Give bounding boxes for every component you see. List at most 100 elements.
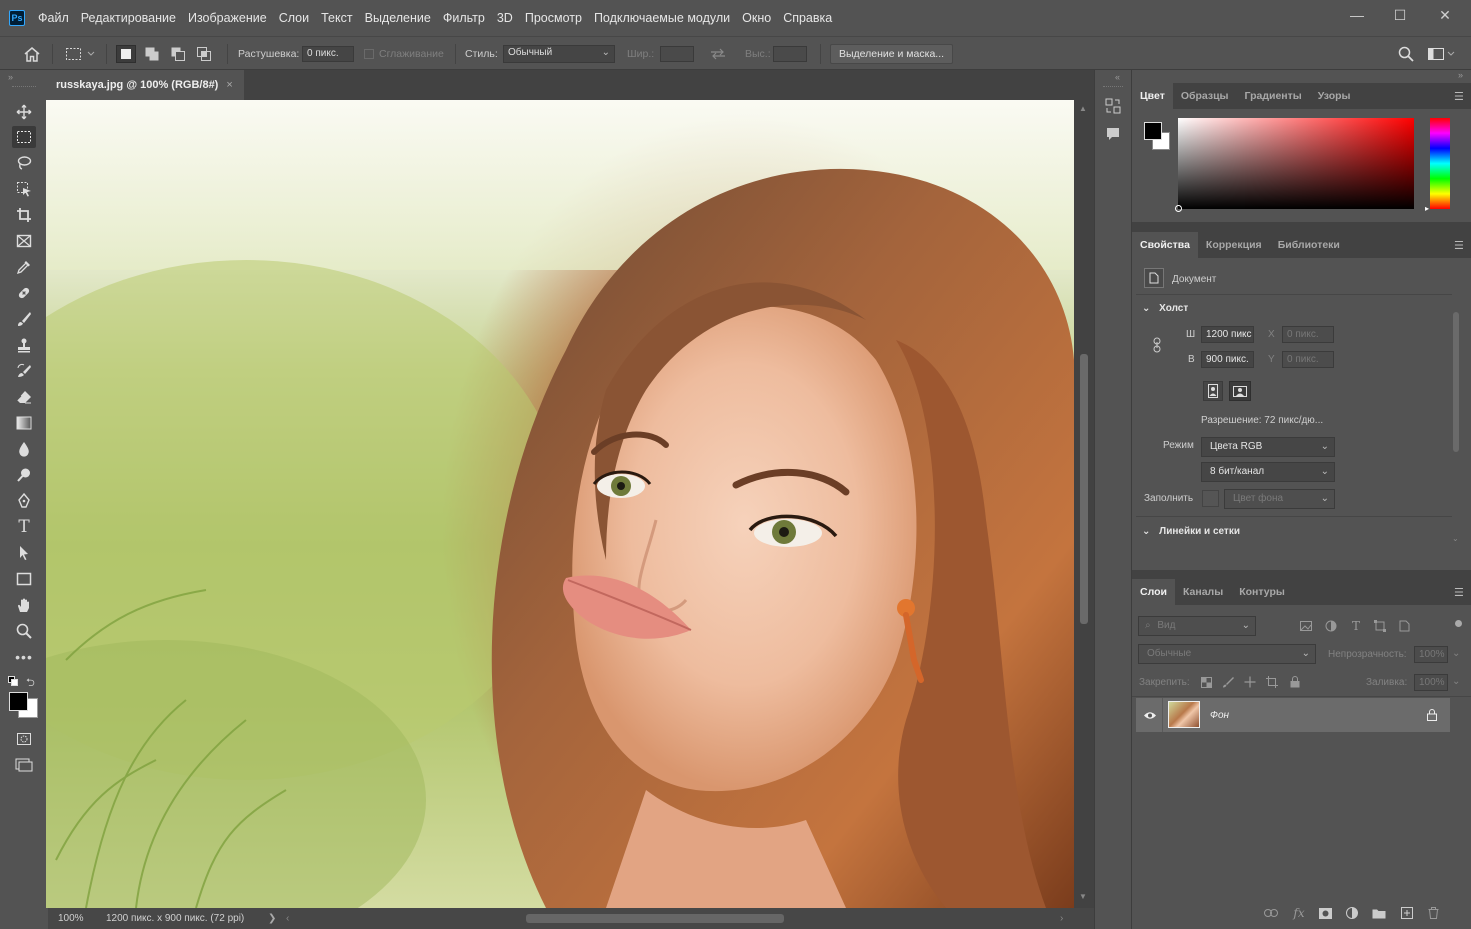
link-dimensions-icon[interactable] <box>1150 336 1164 354</box>
close-window-button[interactable]: ✕ <box>1422 4 1468 26</box>
color-foreground-swatch[interactable] <box>1144 122 1162 140</box>
close-tab-icon[interactable]: × <box>226 79 232 91</box>
opacity-input[interactable]: 100% <box>1414 646 1448 663</box>
horizontal-scroll-thumb[interactable] <box>526 914 784 923</box>
maximize-button[interactable]: ☐ <box>1377 4 1423 26</box>
search-icon[interactable] <box>1396 45 1416 63</box>
canvas-y-input[interactable]: 0 пикс. <box>1282 351 1334 368</box>
frame-tool-icon[interactable] <box>12 230 36 252</box>
filter-adjustment-icon[interactable] <box>1323 618 1339 634</box>
menu-filter[interactable]: Фильтр <box>443 11 485 25</box>
rectangular-marquee-tool-icon[interactable] <box>12 126 36 148</box>
menu-image[interactable]: Изображение <box>188 11 267 25</box>
eyedropper-tool-icon[interactable] <box>12 256 36 278</box>
height-input[interactable] <box>773 46 807 62</box>
eraser-tool-icon[interactable] <box>12 386 36 408</box>
filter-toggle-icon[interactable] <box>1455 620 1462 627</box>
gradient-tool-icon[interactable] <box>12 412 36 434</box>
foreground-color-swatch[interactable] <box>9 692 28 711</box>
rectangle-tool-icon[interactable] <box>12 568 36 590</box>
dodge-tool-icon[interactable] <box>12 464 36 486</box>
tab-layers[interactable]: Слои <box>1132 579 1175 605</box>
hand-tool-icon[interactable] <box>12 594 36 616</box>
menu-window[interactable]: Окно <box>742 11 771 25</box>
crop-tool-icon[interactable] <box>12 204 36 226</box>
fill-input[interactable]: 100% <box>1414 674 1448 691</box>
properties-scrollbar[interactable]: ⌄ <box>1452 296 1460 546</box>
color-field[interactable] <box>1175 118 1414 212</box>
new-selection-icon[interactable] <box>116 45 136 63</box>
lock-transparency-icon[interactable] <box>1198 674 1214 690</box>
intersect-selection-icon[interactable] <box>194 45 214 63</box>
screen-mode-icon[interactable] <box>12 754 36 776</box>
filter-shape-icon[interactable] <box>1372 618 1388 634</box>
tab-libraries[interactable]: Библиотеки <box>1270 232 1348 258</box>
filter-smart-object-icon[interactable] <box>1396 618 1412 634</box>
color-panel-menu-icon[interactable]: ☰ <box>1454 90 1464 103</box>
menu-select[interactable]: Выделение <box>365 11 431 25</box>
more-tools-icon[interactable]: ••• <box>12 646 36 668</box>
canvas-x-input[interactable]: 0 пикс. <box>1282 326 1334 343</box>
lasso-tool-icon[interactable] <box>12 152 36 174</box>
add-mask-icon[interactable] <box>1316 904 1334 922</box>
lock-artboard-icon[interactable] <box>1264 674 1280 690</box>
antialias-checkbox-wrap[interactable]: Сглаживание <box>364 37 444 70</box>
menu-type[interactable]: Текст <box>321 11 352 25</box>
brush-tool-icon[interactable] <box>12 308 36 330</box>
path-selection-tool-icon[interactable] <box>12 542 36 564</box>
blur-tool-icon[interactable] <box>12 438 36 460</box>
group-layers-icon[interactable] <box>1370 904 1388 922</box>
history-panel-icon[interactable] <box>1103 96 1123 116</box>
pen-tool-icon[interactable] <box>12 490 36 512</box>
chevron-down-icon[interactable]: ⌄ <box>1452 648 1460 659</box>
new-layer-icon[interactable] <box>1398 904 1416 922</box>
portrait-orientation-icon[interactable] <box>1203 381 1223 401</box>
menu-layer[interactable]: Слои <box>279 11 309 25</box>
swap-colors-icon[interactable]: ⮌ <box>26 674 35 693</box>
zoom-level[interactable]: 100% <box>58 913 84 924</box>
fill-select[interactable]: Цвет фона ⌄ <box>1224 489 1335 509</box>
filter-pixel-icon[interactable] <box>1298 618 1314 634</box>
home-icon[interactable] <box>22 45 42 63</box>
tab-paths[interactable]: Контуры <box>1231 579 1293 605</box>
marquee-preset-icon[interactable] <box>64 45 96 63</box>
status-menu-arrow[interactable]: ❯ <box>268 913 276 924</box>
tab-color[interactable]: Цвет <box>1132 83 1173 109</box>
history-brush-tool-icon[interactable] <box>12 360 36 382</box>
zoom-tool-icon[interactable] <box>12 620 36 642</box>
color-picker-cursor[interactable] <box>1175 205 1182 212</box>
scroll-up-icon[interactable]: ▲ <box>1079 104 1087 113</box>
chevron-down-icon[interactable]: ⌄ <box>1452 534 1459 543</box>
properties-scroll-thumb[interactable] <box>1453 312 1459 452</box>
style-select[interactable]: Обычный ⌄ <box>503 45 615 63</box>
canvas-height-input[interactable]: 900 пикс. <box>1201 351 1254 368</box>
layer-filter-select[interactable]: ⌕ Вид ⌄ <box>1138 616 1256 636</box>
workspace-icon[interactable] <box>1426 45 1456 63</box>
object-selection-tool-icon[interactable] <box>12 178 36 200</box>
subtract-selection-icon[interactable] <box>168 45 188 63</box>
chevron-down-icon[interactable]: ⌄ <box>1452 676 1460 687</box>
layer-row-background[interactable]: Фон <box>1136 698 1450 732</box>
width-input[interactable] <box>660 46 694 62</box>
scroll-left-icon[interactable]: ‹ <box>286 913 289 924</box>
comments-panel-icon[interactable] <box>1103 124 1123 144</box>
quick-mask-icon[interactable] <box>12 728 36 750</box>
lock-pixels-icon[interactable] <box>1220 674 1236 690</box>
tab-channels[interactable]: Каналы <box>1175 579 1231 605</box>
tab-gradients[interactable]: Градиенты <box>1237 83 1310 109</box>
vertical-scrollbar[interactable]: ▲ ▼ <box>1074 100 1094 908</box>
menu-edit[interactable]: Редактирование <box>81 11 176 25</box>
type-tool-icon[interactable]: T <box>12 516 36 538</box>
menu-3d[interactable]: 3D <box>497 11 513 25</box>
select-and-mask-button[interactable]: Выделение и маска... <box>830 44 953 64</box>
move-tool-icon[interactable] <box>12 101 36 123</box>
canvas-width-input[interactable]: 1200 пикс <box>1201 326 1254 343</box>
layer-name[interactable]: Фон <box>1210 710 1229 721</box>
rulers-section-toggle[interactable]: ⌄ Линейки и сетки <box>1142 526 1240 537</box>
document-tab[interactable]: russkaya.jpg @ 100% (RGB/8#) × <box>48 70 244 100</box>
collapse-panels-icon[interactable]: » <box>1458 70 1463 80</box>
menu-plugins[interactable]: Подключаемые модули <box>594 11 730 25</box>
layer-style-icon[interactable]: fx <box>1290 904 1308 922</box>
vertical-scroll-thumb[interactable] <box>1080 354 1088 624</box>
lock-all-icon[interactable] <box>1287 674 1303 690</box>
